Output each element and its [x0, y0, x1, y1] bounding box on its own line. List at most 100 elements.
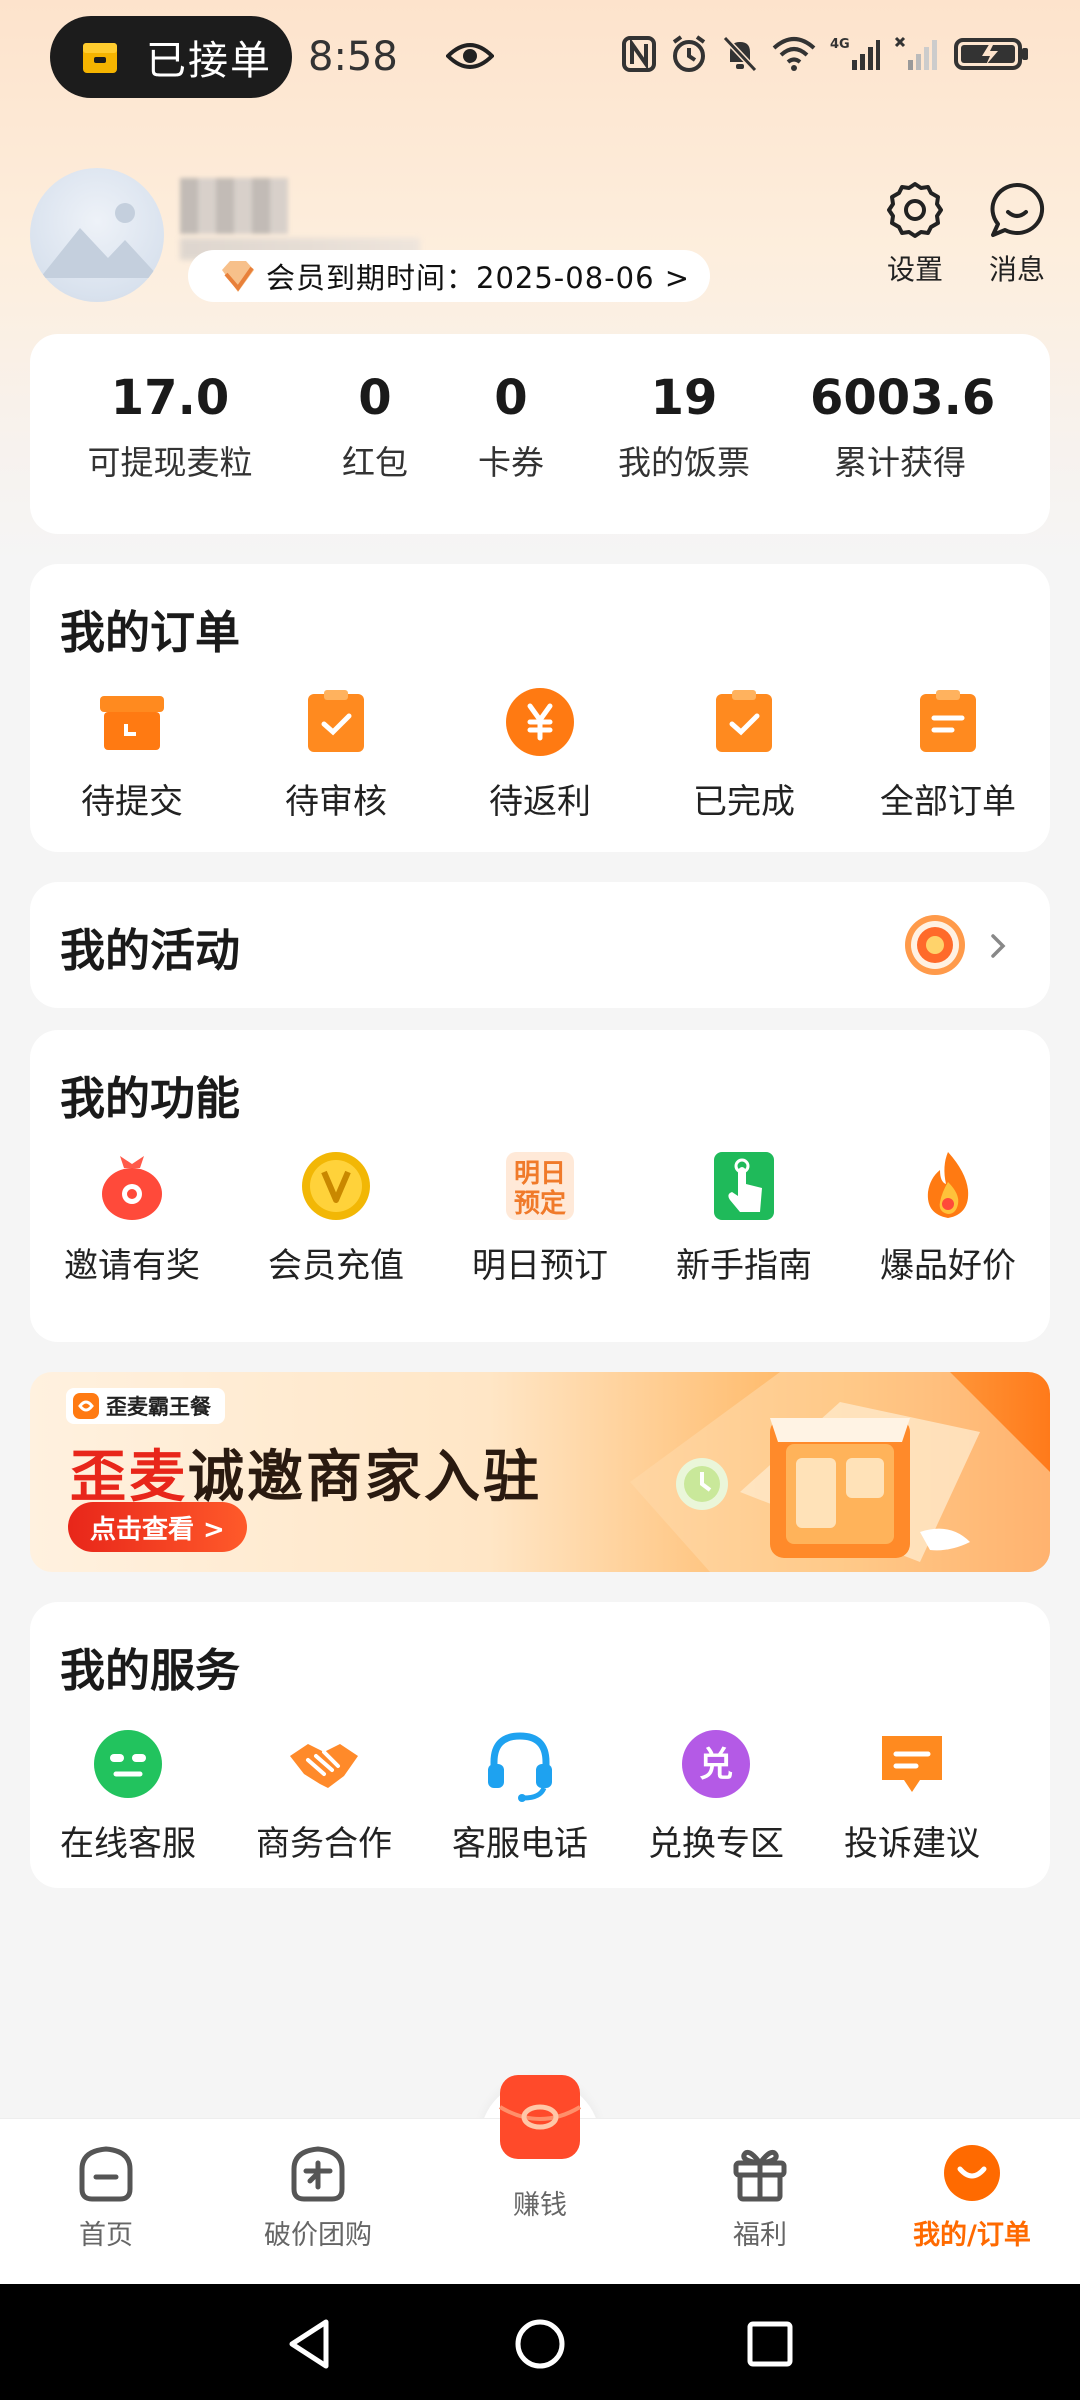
merchant-invite-banner[interactable]: 歪麦霸王餐 歪麦诚邀商家入驻 点击查看 > — [30, 1372, 1050, 1572]
order-all[interactable]: 全部订单 — [846, 684, 1050, 823]
nav-label: 赚钱 — [513, 2190, 567, 2221]
wifi-icon — [772, 37, 816, 71]
service-label: 商务合作 — [256, 1824, 392, 1864]
functions-title: 我的功能 — [60, 1072, 241, 1125]
function-label: 明日预订 — [472, 1246, 608, 1286]
clipboard-check-icon — [308, 690, 364, 752]
vip-expiry-text: 会员到期时间：2025-08-06 > — [266, 261, 691, 295]
nfc-icon — [622, 36, 656, 72]
banner-brand-tag: 歪麦霸王餐 — [66, 1388, 225, 1424]
eye-icon — [446, 43, 494, 69]
nav-group-buy[interactable]: 破价团购 — [228, 2141, 408, 2252]
order-pending-submit[interactable]: 待提交 — [30, 684, 234, 823]
brand-logo-icon — [73, 1393, 99, 1419]
system-icons: 4G — [622, 34, 1030, 74]
order-pending-review[interactable]: 待审核 — [234, 684, 438, 823]
orders-title: 我的订单 — [60, 606, 241, 659]
stat-coupons[interactable]: 0 卡券 — [456, 370, 566, 484]
stat-total-earned[interactable]: 6003.6 累计获得 — [810, 370, 995, 484]
handshake-icon — [290, 1744, 358, 1788]
service-label: 在线客服 — [60, 1824, 196, 1864]
nav-label: 首页 — [79, 2220, 133, 2251]
function-tomorrow-booking[interactable]: 明日 预定 明日预订 — [438, 1148, 642, 1287]
svg-text:兑: 兑 — [699, 1745, 733, 1785]
clipboard-list-icon — [920, 690, 976, 752]
nav-label: 福利 — [733, 2220, 787, 2251]
nav-mine-orders[interactable]: 我的/订单 — [882, 2141, 1062, 2252]
status-time: 8:58 — [308, 34, 398, 80]
back-triangle-icon[interactable] — [282, 2316, 338, 2372]
mute-bell-icon — [722, 35, 758, 73]
bottom-nav: 首页 破价团购 赚钱 福利 我的/订单 — [0, 2075, 1080, 2284]
service-phone[interactable]: 客服电话 — [422, 1726, 618, 1865]
clipboard-done-icon — [716, 690, 772, 752]
svg-text:预定: 预定 — [514, 1188, 566, 1219]
order-box-icon — [83, 43, 117, 73]
avatar-placeholder-icon — [40, 203, 160, 278]
service-business[interactable]: 商务合作 — [226, 1726, 422, 1865]
storefront-illustration-icon — [630, 1372, 1050, 1572]
functions-card: 我的功能 邀请有奖 会员充值 明日 预定 明日预订 新手指南 爆品好价 — [30, 1030, 1050, 1342]
function-invite[interactable]: 邀请有奖 — [30, 1148, 234, 1287]
stat-label: 红包 — [342, 443, 408, 482]
settings-label: 设置 — [886, 253, 943, 286]
service-feedback[interactable]: 投诉建议 — [814, 1726, 1010, 1865]
alarm-icon — [672, 35, 706, 72]
order-completed[interactable]: 已完成 — [642, 684, 846, 823]
order-status-pill[interactable]: 已接单 — [50, 16, 292, 98]
vip-coin-icon — [302, 1152, 370, 1220]
vip-diamond-icon — [222, 261, 254, 292]
stats-card: 17.0 可提现麦粒 0 红包 0 卡券 19 我的饭票 6003.6 累计获得 — [30, 334, 1050, 534]
stat-value: 19 — [650, 370, 718, 426]
stat-label: 可提现麦粒 — [87, 443, 253, 482]
function-vip-recharge[interactable]: 会员充值 — [234, 1148, 438, 1287]
function-hot-deals[interactable]: 爆品好价 — [846, 1148, 1050, 1287]
svg-text:明日: 明日 — [514, 1159, 566, 1189]
message-bubble-icon — [990, 182, 1045, 237]
nav-earn[interactable]: 赚钱 — [450, 2075, 630, 2222]
order-label: 待审核 — [285, 782, 387, 822]
chevron-right-icon — [991, 934, 1006, 958]
stat-value: 0 — [358, 370, 392, 426]
activity-card[interactable]: 我的活动 — [30, 882, 1050, 1008]
feedback-icon — [882, 1736, 942, 1792]
recents-square-icon[interactable] — [742, 2316, 798, 2372]
pill-text: 已接单 — [146, 38, 272, 84]
order-pending-rebate[interactable]: 待返利 — [438, 684, 642, 823]
settings-button[interactable]: 设置 — [870, 180, 960, 288]
nav-home[interactable]: 首页 — [16, 2141, 196, 2252]
service-online-support[interactable]: 在线客服 — [30, 1726, 226, 1865]
stat-red-packet[interactable]: 0 红包 — [320, 370, 430, 484]
svg-text:4G: 4G — [830, 37, 850, 52]
tap-guide-icon — [714, 1152, 774, 1220]
messages-button[interactable]: 消息 — [972, 180, 1062, 288]
services-title: 我的服务 — [60, 1644, 241, 1697]
home-circle-icon[interactable] — [512, 2316, 568, 2372]
stat-meal-tickets[interactable]: 19 我的饭票 — [604, 370, 764, 484]
stat-withdrawable[interactable]: 17.0 可提现麦粒 — [80, 370, 260, 484]
stat-value: 17.0 — [110, 370, 230, 426]
vip-expiry-pill[interactable]: 会员到期时间：2025-08-06 > — [188, 250, 711, 302]
orders-grid: 待提交 待审核 待返利 已完成 全部订单 — [30, 684, 1050, 823]
status-bar: 已接单 8:58 4G — [0, 0, 1080, 118]
nav-label: 我的/订单 — [913, 2220, 1031, 2251]
exchange-icon: 兑 — [682, 1730, 750, 1798]
order-label: 全部订单 — [880, 782, 1016, 822]
money-bag-icon — [102, 1156, 162, 1220]
group-buy-icon — [291, 2146, 345, 2202]
function-label: 会员充值 — [268, 1246, 404, 1286]
services-grid: 在线客服 商务合作 客服电话 兑 兑换专区 投诉建议 — [30, 1726, 1050, 1865]
stat-label: 卡券 — [478, 443, 544, 482]
function-label: 邀请有奖 — [64, 1246, 200, 1286]
services-card: 我的服务 在线客服 商务合作 客服电话 兑 兑换专区 投诉建议 — [30, 1602, 1050, 1888]
avatar[interactable] — [30, 168, 164, 302]
nav-welfare[interactable]: 福利 — [670, 2141, 850, 2252]
messages-label: 消息 — [988, 253, 1045, 286]
order-label: 待提交 — [81, 782, 183, 822]
banner-cta-button[interactable]: 点击查看 > — [68, 1502, 247, 1552]
service-exchange[interactable]: 兑 兑换专区 — [618, 1726, 814, 1865]
orders-card: 我的订单 待提交 待审核 待返利 已完成 全部订单 — [30, 564, 1050, 852]
banner-brand-text: 歪麦霸王餐 — [106, 1395, 211, 1419]
flame-icon — [927, 1152, 969, 1218]
function-beginner-guide[interactable]: 新手指南 — [642, 1148, 846, 1287]
